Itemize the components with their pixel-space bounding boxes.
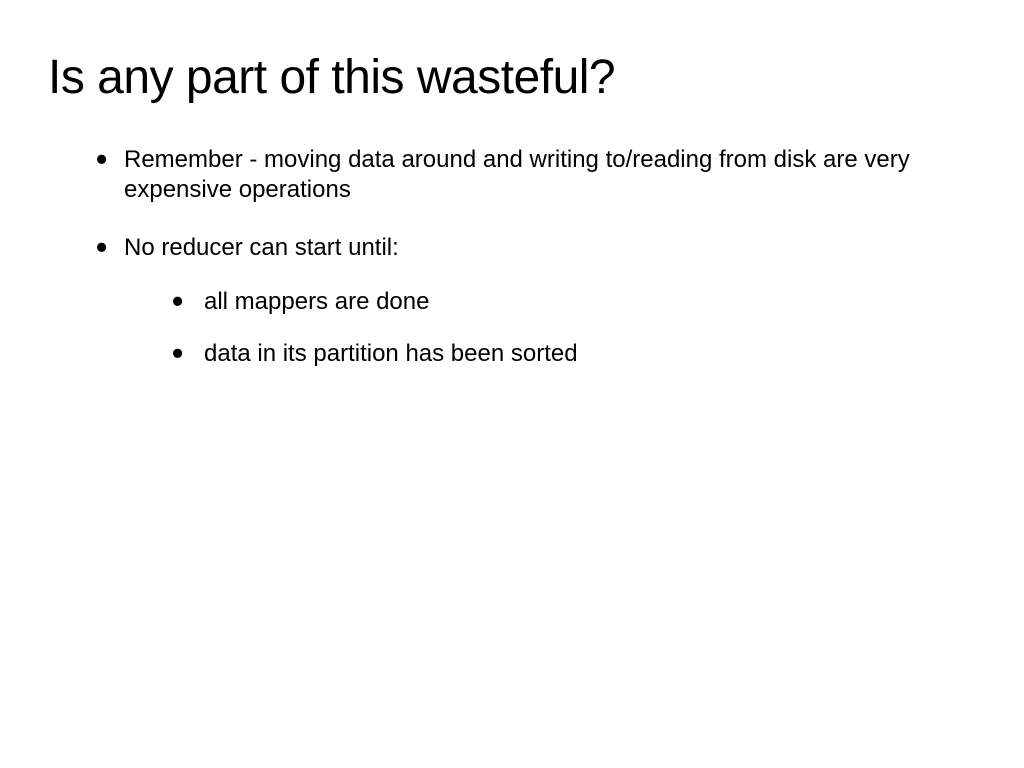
bullet-item: No reducer can start until: all mappers … bbox=[96, 233, 974, 369]
bullet-item: Remember - moving data around and writin… bbox=[96, 145, 974, 205]
bullet-list: Remember - moving data around and writin… bbox=[48, 145, 974, 369]
slide-title: Is any part of this wasteful? bbox=[48, 50, 974, 105]
sub-bullet-list: all mappers are done data in its partiti… bbox=[124, 287, 974, 369]
sub-bullet-text: all mappers are done bbox=[204, 288, 429, 315]
bullet-text: Remember - moving data around and writin… bbox=[124, 146, 910, 203]
sub-bullet-text: data in its partition has been sorted bbox=[204, 340, 578, 367]
sub-bullet-item: data in its partition has been sorted bbox=[172, 339, 974, 369]
sub-bullet-item: all mappers are done bbox=[172, 287, 974, 317]
bullet-text: No reducer can start until: bbox=[124, 234, 399, 261]
